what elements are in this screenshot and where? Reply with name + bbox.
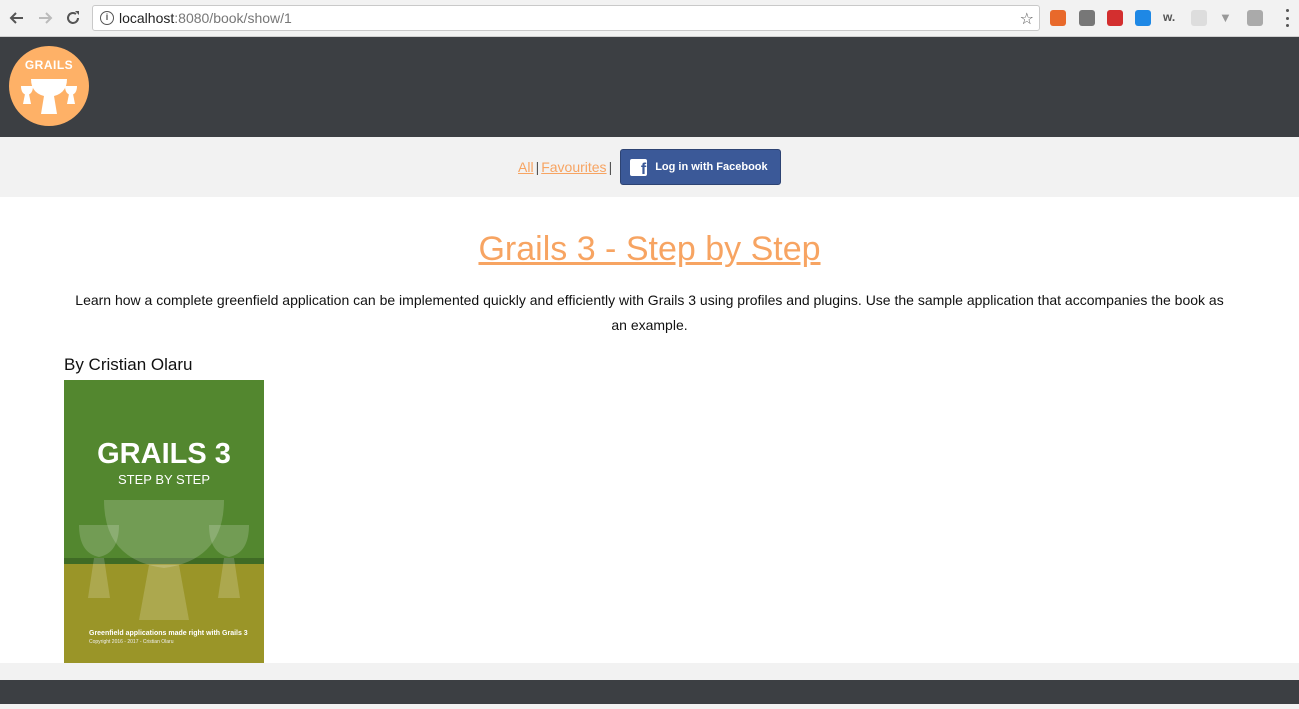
- info-icon[interactable]: i: [100, 11, 114, 25]
- book-title-link[interactable]: Grails 3 - Step by Step: [0, 230, 1299, 269]
- menu-dots-icon[interactable]: [1285, 9, 1289, 27]
- app-header: GRAILS: [0, 37, 1299, 137]
- book-cover-image: GRAILS 3 STEP BY STEP Greenfield applica…: [64, 380, 264, 663]
- extension-icon[interactable]: [1191, 10, 1207, 26]
- cover-title: GRAILS 3: [97, 438, 231, 470]
- nav-all-link[interactable]: All: [518, 159, 534, 175]
- browser-toolbar: i localhost:8080/book/show/1 ☆ w. ▼: [0, 0, 1299, 37]
- url-path: :8080/book/show/1: [174, 10, 292, 26]
- book-author: By Cristian Olaru: [64, 355, 193, 374]
- extension-icon[interactable]: [1135, 10, 1151, 26]
- book-description: Learn how a complete greenfield applicat…: [75, 292, 1224, 333]
- grails-logo[interactable]: GRAILS: [9, 46, 89, 126]
- cover-subtitle: STEP BY STEP: [117, 472, 210, 487]
- extension-icon[interactable]: [1079, 10, 1095, 26]
- facebook-login-button[interactable]: f Log in with Facebook: [620, 149, 782, 185]
- star-icon[interactable]: ☆: [1020, 9, 1034, 29]
- extension-icon[interactable]: ▼: [1219, 10, 1235, 26]
- back-icon[interactable]: [6, 7, 28, 29]
- url-text: localhost:8080/book/show/1: [119, 10, 292, 26]
- grails-cup-icon: [21, 79, 77, 114]
- forward-icon[interactable]: [34, 7, 56, 29]
- extension-icon[interactable]: w.: [1163, 10, 1179, 26]
- footer-spacer: [0, 663, 1299, 680]
- facebook-icon: f: [630, 158, 648, 176]
- cover-copyright: Copyright 2016 - 2017 - Cristian Olaru: [89, 639, 174, 645]
- extension-icon[interactable]: [1050, 10, 1066, 26]
- nav-separator: |: [535, 159, 540, 175]
- reload-icon[interactable]: [62, 7, 84, 29]
- footer-bottom: [0, 704, 1299, 709]
- address-bar[interactable]: i localhost:8080/book/show/1 ☆: [92, 5, 1040, 31]
- footer: [0, 680, 1299, 704]
- extension-icon[interactable]: [1107, 10, 1123, 26]
- nav-separator: |: [608, 159, 613, 175]
- cover-cup-icon: [79, 500, 249, 620]
- url-host: localhost: [119, 10, 175, 26]
- extension-icon[interactable]: [1247, 10, 1263, 26]
- nav-favourites-link[interactable]: Favourites: [541, 159, 606, 175]
- navbar-links: All | Favourites | f Log in with Faceboo…: [518, 149, 782, 185]
- navbar: All | Favourites | f Log in with Faceboo…: [0, 137, 1299, 197]
- cover-tagline: Greenfield applications made right with …: [89, 630, 248, 637]
- facebook-login-label: Log in with Facebook: [655, 161, 768, 173]
